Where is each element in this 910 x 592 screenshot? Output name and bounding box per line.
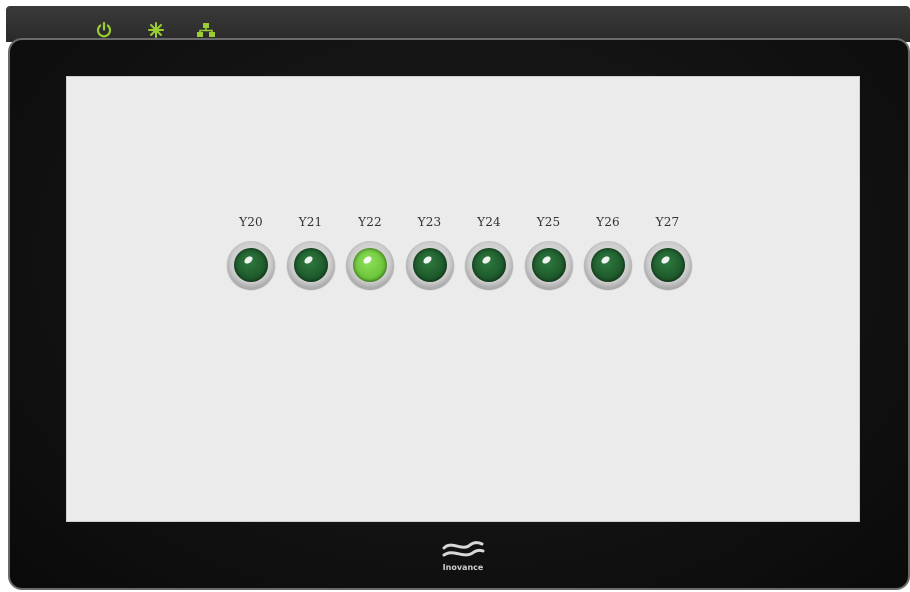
lamp-light-on — [353, 248, 387, 282]
lamp-light-off — [591, 248, 625, 282]
indicator-lamp-y23[interactable] — [405, 241, 454, 289]
lamp-highlight — [481, 254, 492, 266]
lamp-light-off — [234, 248, 268, 282]
inovance-logo-mark — [442, 541, 485, 557]
inovance-logo: Inovance — [436, 538, 490, 578]
lamp-light-off — [472, 248, 506, 282]
lamp-light-off — [650, 248, 685, 282]
indicator-lamp-y26[interactable] — [584, 241, 632, 289]
hmi-device: Y20 Y21 Y22 Y23 Y24 Y25 Y26 Y27 Inovance — [0, 0, 910, 592]
lamp-label-y25: Y25 — [536, 215, 561, 229]
lamp-highlight — [600, 254, 611, 266]
indicator-lamp-y25[interactable] — [524, 241, 573, 289]
status-bar — [6, 6, 910, 42]
lamp-highlight — [659, 254, 671, 266]
indicator-lamp-y24[interactable] — [465, 241, 513, 289]
lamp-label-y21: Y21 — [298, 215, 323, 229]
lamp-highlight — [540, 254, 552, 266]
lamp-light-off — [531, 248, 566, 282]
lamp-label-y22: Y22 — [358, 215, 382, 229]
lamp-light-off — [412, 248, 447, 282]
network-icon — [196, 20, 216, 40]
lamp-label-y27: Y27 — [655, 215, 680, 229]
indicator-lamp-y21[interactable] — [286, 241, 335, 289]
lamp-label-y20: Y20 — [239, 215, 263, 229]
run-sparkle-icon — [146, 20, 166, 40]
indicator-lamp-y22[interactable] — [346, 241, 394, 289]
lamp-highlight — [243, 254, 254, 266]
lamp-label-y23: Y23 — [417, 215, 442, 229]
indicator-lamp-y20[interactable] — [227, 241, 275, 289]
brand-name: Inovance — [442, 563, 484, 572]
lamp-highlight — [302, 254, 314, 266]
lamp-highlight — [362, 254, 373, 266]
lamp-highlight — [421, 254, 433, 266]
lamp-label-y26: Y26 — [596, 215, 620, 229]
lamp-light-off — [293, 248, 328, 282]
lamp-label-y24: Y24 — [477, 215, 501, 229]
indicator-lamp-y27[interactable] — [643, 241, 692, 289]
power-icon — [94, 20, 114, 40]
hmi-screen: Y20 Y21 Y22 Y23 Y24 Y25 Y26 Y27 — [66, 76, 860, 522]
